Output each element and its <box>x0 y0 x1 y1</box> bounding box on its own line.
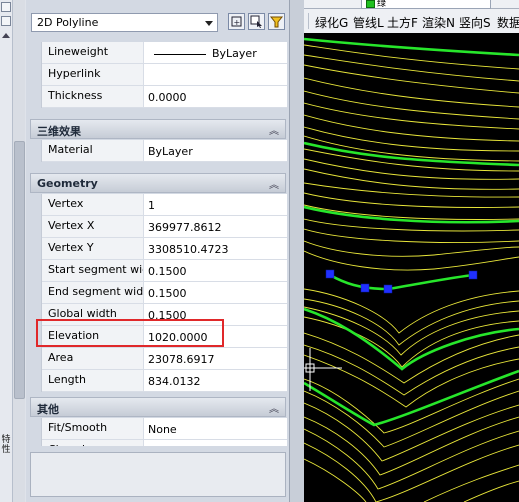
property-value[interactable] <box>145 64 287 85</box>
property-key: Closed <box>42 440 144 446</box>
cad-menu-bar: 绿化G 管线L 土方F 渲染N 竖向S 数据 <box>304 9 519 34</box>
section-title: 其他 <box>37 403 59 416</box>
palette-title-vertical: 特性 <box>1 435 11 455</box>
property-row-end-segment-width[interactable]: End segment width 0.1500 <box>42 282 287 304</box>
property-value: 23078.6917 <box>148 353 215 366</box>
property-row-fit-smooth[interactable]: Fit/Smooth None <box>42 418 287 440</box>
select-objects-icon <box>250 15 262 28</box>
section-title: 三维效果 <box>37 125 81 138</box>
property-key: Lineweight <box>42 42 144 63</box>
menu-item-render[interactable]: 渲染N <box>422 14 455 31</box>
lineweight-sample-line <box>154 53 206 55</box>
property-row-closed[interactable]: Closed <box>42 440 287 446</box>
layer-name: 绿 <box>377 0 387 9</box>
menu-separator <box>308 13 309 29</box>
window-divider[interactable] <box>289 0 305 502</box>
property-key: Material <box>42 140 144 161</box>
collapse-chevron-icon[interactable]: ︽ <box>269 176 279 191</box>
property-row-global-width[interactable]: Global width 0.1500 <box>42 304 287 326</box>
property-key: Global width <box>42 304 144 325</box>
object-type-value: 2D Polyline <box>37 16 99 29</box>
property-value[interactable]: 1020.0000 <box>145 326 287 347</box>
property-value: 834.0132 <box>148 375 201 388</box>
layer-color-swatch <box>366 0 375 8</box>
property-value[interactable]: 1 <box>145 194 287 215</box>
property-key: Elevation <box>42 326 144 347</box>
property-row-vertex[interactable]: Vertex 1 <box>42 194 287 216</box>
layer-dropdown[interactable]: 绿 <box>361 0 491 9</box>
collapse-chevron-icon[interactable]: ︽ <box>269 400 279 415</box>
property-row-material[interactable]: Material ByLayer <box>42 140 287 162</box>
property-row-vertex-y[interactable]: Vertex Y 3308510.4723 <box>42 238 287 260</box>
property-row-thickness[interactable]: Thickness 0.0000 <box>42 86 287 108</box>
property-key: Vertex Y <box>42 238 144 259</box>
menu-item-earthwork[interactable]: 土方F <box>387 14 418 31</box>
svg-text:+: + <box>234 18 241 27</box>
collapse-chevron-icon[interactable]: ︽ <box>269 122 279 137</box>
property-row-hyperlink[interactable]: Hyperlink <box>42 64 287 86</box>
property-row-area: Area 23078.6917 <box>42 348 287 370</box>
properties-palette: 2D Polyline + Lineweight ByLayer Hyperli… <box>26 0 289 502</box>
quick-select-funnel-icon <box>269 16 284 28</box>
scrollbar-thumb[interactable] <box>14 141 25 399</box>
toggle-pickadd-button[interactable]: + <box>228 13 245 30</box>
contour-drawing <box>304 37 519 502</box>
menu-item-vertical[interactable]: 竖向S <box>459 14 491 31</box>
property-row-lineweight[interactable]: Lineweight ByLayer <box>42 42 287 64</box>
property-value[interactable] <box>145 440 287 446</box>
other-properties-grid: Fit/Smooth None Closed <box>41 418 287 446</box>
property-value[interactable]: 0.1500 <box>145 282 287 303</box>
quick-select-button[interactable] <box>268 13 285 30</box>
pickadd-icon: + <box>231 16 242 27</box>
property-key: Fit/Smooth <box>42 418 144 439</box>
object-type-dropdown[interactable]: 2D Polyline <box>31 13 218 32</box>
property-key: Hyperlink <box>42 64 144 85</box>
property-key: End segment width <box>42 282 144 303</box>
menu-item-greening[interactable]: 绿化G <box>315 14 348 31</box>
property-row-vertex-x[interactable]: Vertex X 369977.8612 <box>42 216 287 238</box>
palette-side-strip: 特性 <box>0 0 13 502</box>
property-description-panel <box>30 452 286 497</box>
property-key: Vertex <box>42 194 144 215</box>
palette-options-icon[interactable] <box>2 33 10 38</box>
property-key: Start segment wid... <box>42 260 144 281</box>
section-title: Geometry <box>37 177 98 190</box>
chevron-down-icon <box>205 21 213 26</box>
property-value[interactable]: 369977.8612 <box>145 216 287 237</box>
grip-point[interactable] <box>325 269 335 279</box>
property-value[interactable]: ByLayer <box>145 42 287 63</box>
crosshair-cursor-icon <box>304 348 342 391</box>
three-d-properties-grid: Material ByLayer <box>41 140 287 162</box>
grip-point[interactable] <box>360 283 370 293</box>
section-header-3d-effects[interactable]: 三维效果 ︽ <box>30 119 286 139</box>
palette-scrollbar[interactable] <box>13 0 25 502</box>
section-header-geometry[interactable]: Geometry ︽ <box>30 173 286 193</box>
section-header-other[interactable]: 其他 ︽ <box>30 397 286 417</box>
property-row-length: Length 834.0132 <box>42 370 287 392</box>
layer-toolbar: 绿 <box>304 0 519 9</box>
general-properties-grid: Lineweight ByLayer Hyperlink Thickness 0… <box>41 42 287 108</box>
property-value[interactable]: 3308510.4723 <box>145 238 287 259</box>
property-row-start-segment-width[interactable]: Start segment wid... 0.1500 <box>42 260 287 282</box>
grip-point[interactable] <box>468 270 478 280</box>
close-palette-button[interactable] <box>1 2 11 12</box>
menu-item-pipeline[interactable]: 管线L <box>353 14 384 31</box>
property-value[interactable]: ByLayer <box>145 140 287 161</box>
property-value[interactable]: None <box>145 418 287 439</box>
property-value[interactable]: 0.1500 <box>145 260 287 281</box>
property-value[interactable]: 0.1500 <box>145 304 287 325</box>
cad-drawing-area[interactable]: 草 <box>304 33 519 502</box>
property-key: Area <box>42 348 144 369</box>
property-key: Length <box>42 370 144 391</box>
select-objects-button[interactable] <box>248 13 265 30</box>
geometry-properties-grid: Vertex 1 Vertex X 369977.8612 Vertex Y 3… <box>41 194 287 392</box>
grip-point[interactable] <box>383 284 393 294</box>
property-row-elevation[interactable]: Elevation 1020.0000 <box>42 326 287 348</box>
autohide-button[interactable] <box>1 16 11 26</box>
property-value[interactable]: 0.0000 <box>145 86 287 107</box>
property-key: Vertex X <box>42 216 144 237</box>
menu-item-data[interactable]: 数据 <box>497 14 519 31</box>
property-key: Thickness <box>42 86 144 107</box>
